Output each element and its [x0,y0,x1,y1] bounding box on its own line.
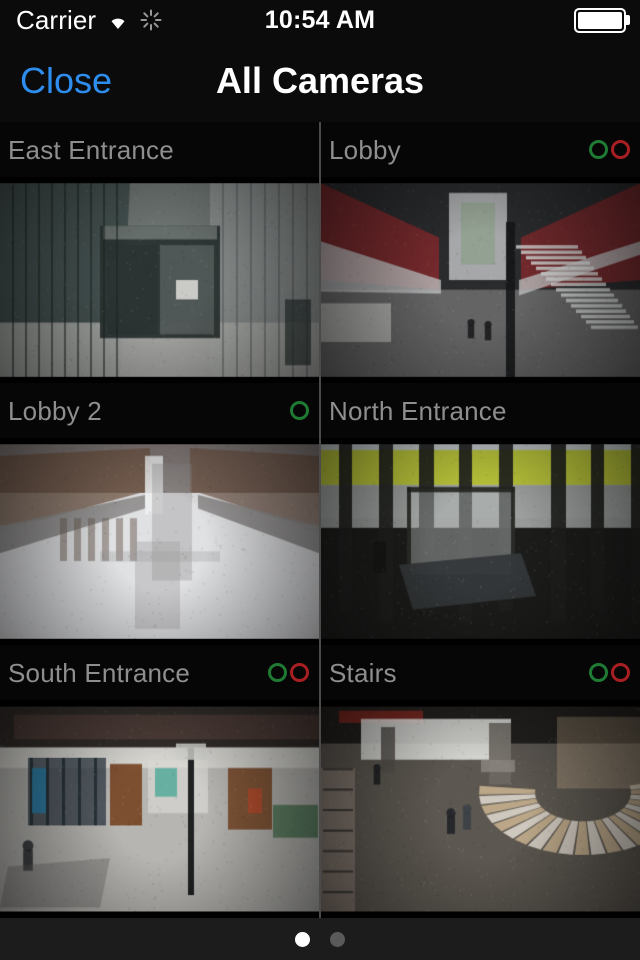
camera-cell-header: South Entrance [0,645,319,700]
status-ring-green-icon [589,140,608,159]
status-ring-green-icon [589,663,608,682]
clock-label: 10:54 AM [264,5,376,34]
camera-status-indicators [589,663,630,682]
status-ring-green-icon [268,663,287,682]
status-ring-red-icon [611,663,630,682]
camera-cell-header: East Entrance [0,122,319,177]
camera-cell[interactable]: South Entrance [0,645,319,918]
camera-name-label: South Entrance [8,657,191,688]
camera-status-indicators [290,401,309,420]
page-dot[interactable] [330,931,345,947]
camera-cell-header: Lobby [321,122,640,177]
camera-name-label: East Entrance [8,134,174,165]
page-title: All Cameras [215,60,425,101]
navigation-bar: Close All Cameras [0,40,640,122]
camera-video-frame [321,177,640,383]
camera-cell-header: North Entrance [321,383,640,438]
status-ring-red-icon [611,140,630,159]
status-ring-red-icon [290,663,309,682]
camera-name-label: Lobby [329,134,401,165]
battery-fill [578,11,622,29]
camera-video-frame [0,177,319,383]
battery-cap [626,15,630,25]
camera-cell[interactable]: East Entrance [0,122,319,383]
camera-grid: East Entrance Lobby Lobby 2 North Entrance S… [0,122,640,918]
camera-thumbnail[interactable] [0,700,319,918]
camera-cell-header: Stairs [321,645,640,700]
camera-name-label: North Entrance [329,395,507,426]
camera-status-indicators [268,663,309,682]
camera-thumbnail[interactable] [0,438,319,645]
camera-cell[interactable]: Stairs [321,645,640,918]
page-indicator[interactable] [0,918,640,960]
camera-thumbnail[interactable] [0,177,319,383]
camera-status-indicators [589,140,630,159]
camera-cell[interactable]: Lobby 2 [0,383,319,645]
camera-cell[interactable]: North Entrance [321,383,640,645]
camera-name-label: Lobby 2 [8,395,102,426]
camera-name-label: Stairs [329,657,397,688]
status-ring-green-icon [290,401,309,420]
camera-cell-header: Lobby 2 [0,383,319,438]
camera-video-frame [321,700,640,918]
page-dot[interactable] [295,931,310,947]
camera-thumbnail[interactable] [321,177,640,383]
camera-video-frame [0,438,319,645]
status-bar: Carrier 10:54 AM [0,0,640,40]
camera-video-frame [321,438,640,645]
camera-cell[interactable]: Lobby [321,122,640,383]
camera-thumbnail[interactable] [321,700,640,918]
status-bar-right [574,7,630,33]
battery-icon [574,7,630,33]
all-cameras-screen: Carrier 10:54 AM Close All Cameras East … [0,0,640,960]
camera-video-frame [0,700,319,918]
camera-thumbnail[interactable] [321,438,640,645]
